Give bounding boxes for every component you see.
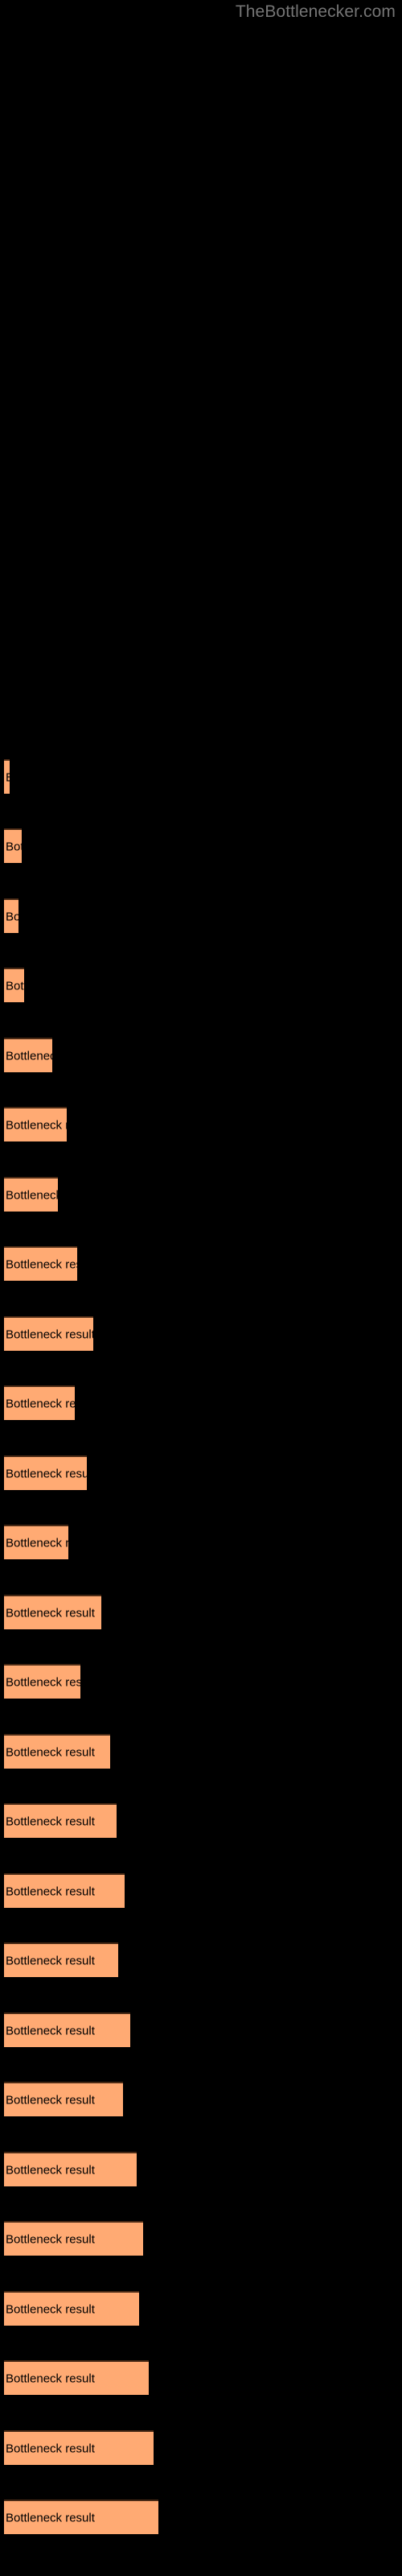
bar-row: Bottleneck result bbox=[0, 1525, 402, 1559]
bar-label: Bottleneck result bbox=[6, 1814, 95, 1828]
bar-row: Bottleneck result bbox=[0, 2221, 402, 2256]
bar-label: Bottleneck result bbox=[6, 2302, 95, 2316]
chart-bar[interactable]: Bottleneck result bbox=[4, 2430, 154, 2465]
bar-label: Bottleneck result bbox=[6, 770, 10, 784]
chart-bar[interactable]: Bottleneck result bbox=[4, 1038, 52, 1072]
bar-label: Bottleneck result bbox=[6, 1954, 95, 1967]
bottleneck-chart-page: TheBottlenecker.com Bottleneck resultBot… bbox=[0, 0, 402, 2576]
bar-label: Bottleneck result bbox=[6, 2232, 95, 2246]
bar-row: Bottleneck result bbox=[0, 2082, 402, 2116]
bar-label: Bottleneck result bbox=[6, 2442, 95, 2455]
chart-bar[interactable]: Bottleneck result bbox=[4, 1385, 75, 1420]
bar-label: Bottleneck result bbox=[6, 1606, 95, 1620]
chart-bar[interactable]: Bottleneck result bbox=[4, 2500, 158, 2534]
chart-bar[interactable]: Bottleneck result bbox=[4, 1595, 101, 1629]
bar-label: Bottleneck result bbox=[6, 1536, 68, 1550]
bar-row: Bottleneck result bbox=[0, 1734, 402, 1769]
bar-label: Bottleneck result bbox=[6, 2372, 95, 2385]
bar-row: Bottleneck result bbox=[0, 2500, 402, 2534]
chart-bar[interactable]: Bottleneck result bbox=[4, 1942, 118, 1977]
bar-row: Bottleneck result bbox=[0, 2430, 402, 2465]
chart-bar[interactable]: Bottleneck result bbox=[4, 2152, 137, 2186]
chart-bar[interactable]: Bottleneck result bbox=[4, 1455, 87, 1490]
bar-label: Bottleneck result bbox=[6, 2163, 95, 2177]
bar-label: Bottleneck result bbox=[6, 1118, 67, 1132]
chart-bar[interactable]: Bottleneck result bbox=[4, 1734, 110, 1769]
bar-label: Bottleneck result bbox=[6, 1327, 93, 1341]
bar-row: Bottleneck result bbox=[0, 1942, 402, 1977]
bar-row: Bottleneck result bbox=[0, 759, 402, 794]
chart-bar[interactable]: Bottleneck result bbox=[4, 1664, 80, 1699]
chart-bar[interactable]: Bottleneck result bbox=[4, 828, 22, 863]
bar-row: Bottleneck result bbox=[0, 1038, 402, 1072]
chart-bar[interactable]: Bottleneck result bbox=[4, 1177, 58, 1212]
bar-row: Bottleneck result bbox=[0, 1595, 402, 1629]
chart-bar[interactable]: Bottleneck result bbox=[4, 759, 10, 794]
bar-row: Bottleneck result bbox=[0, 2291, 402, 2326]
bar-row: Bottleneck result bbox=[0, 1873, 402, 1908]
bar-row: Bottleneck result bbox=[0, 968, 402, 1002]
bar-label: Bottleneck result bbox=[6, 1745, 95, 1759]
bar-label: Bottleneck result bbox=[6, 910, 18, 923]
bar-row: Bottleneck result bbox=[0, 2013, 402, 2047]
chart-bar[interactable]: Bottleneck result bbox=[4, 1246, 77, 1281]
chart-bar[interactable]: Bottleneck result bbox=[4, 2221, 143, 2256]
bar-label: Bottleneck result bbox=[6, 1049, 52, 1063]
bar-label: Bottleneck result bbox=[6, 2511, 95, 2524]
bar-row: Bottleneck result bbox=[0, 2152, 402, 2186]
bar-label: Bottleneck result bbox=[6, 2093, 95, 2107]
bar-row: Bottleneck result bbox=[0, 1664, 402, 1699]
chart-bar[interactable]: Bottleneck result bbox=[4, 1107, 67, 1141]
bar-row: Bottleneck result bbox=[0, 2360, 402, 2395]
chart-bar[interactable]: Bottleneck result bbox=[4, 1803, 117, 1838]
chart-bar[interactable]: Bottleneck result bbox=[4, 2082, 123, 2116]
chart-bar[interactable]: Bottleneck result bbox=[4, 2360, 149, 2395]
bar-label: Bottleneck result bbox=[6, 1188, 58, 1202]
bar-label: Bottleneck result bbox=[6, 1885, 95, 1898]
bar-row: Bottleneck result bbox=[0, 1385, 402, 1420]
bar-row: Bottleneck result bbox=[0, 1246, 402, 1281]
chart-bar[interactable]: Bottleneck result bbox=[4, 2291, 139, 2326]
chart-bar[interactable]: Bottleneck result bbox=[4, 2013, 130, 2047]
bar-row: Bottleneck result bbox=[0, 1107, 402, 1141]
horizontal-bar-chart: Bottleneck result Bottleneck result Bottle… bbox=[0, 0, 402, 2576]
bar-label: Bottleneck result bbox=[6, 979, 24, 993]
bar-row: Bottleneck result bbox=[0, 1316, 402, 1351]
chart-bar[interactable]: Bottleneck result bbox=[4, 1316, 93, 1351]
bar-row: Bottleneck result bbox=[0, 1177, 402, 1212]
bar-label: Bottleneck result bbox=[6, 1397, 75, 1410]
bar-label: Bottleneck result bbox=[6, 1467, 87, 1480]
chart-bar[interactable]: Bottleneck result bbox=[4, 968, 24, 1002]
chart-bar[interactable]: Bottleneck result bbox=[4, 898, 18, 933]
bar-label: Bottleneck result bbox=[6, 840, 22, 853]
bar-label: Bottleneck result bbox=[6, 1675, 80, 1689]
chart-bar[interactable]: Bottleneck result bbox=[4, 1873, 125, 1908]
chart-bar[interactable]: Bottleneck result bbox=[4, 1525, 68, 1559]
bar-label: Bottleneck result bbox=[6, 2024, 95, 2037]
bar-row: Bottleneck result bbox=[0, 828, 402, 863]
bar-row: Bottleneck result bbox=[0, 1803, 402, 1838]
bar-row: Bottleneck result bbox=[0, 1455, 402, 1490]
bar-label: Bottleneck result bbox=[6, 1257, 77, 1271]
bar-row: Bottleneck result bbox=[0, 898, 402, 933]
